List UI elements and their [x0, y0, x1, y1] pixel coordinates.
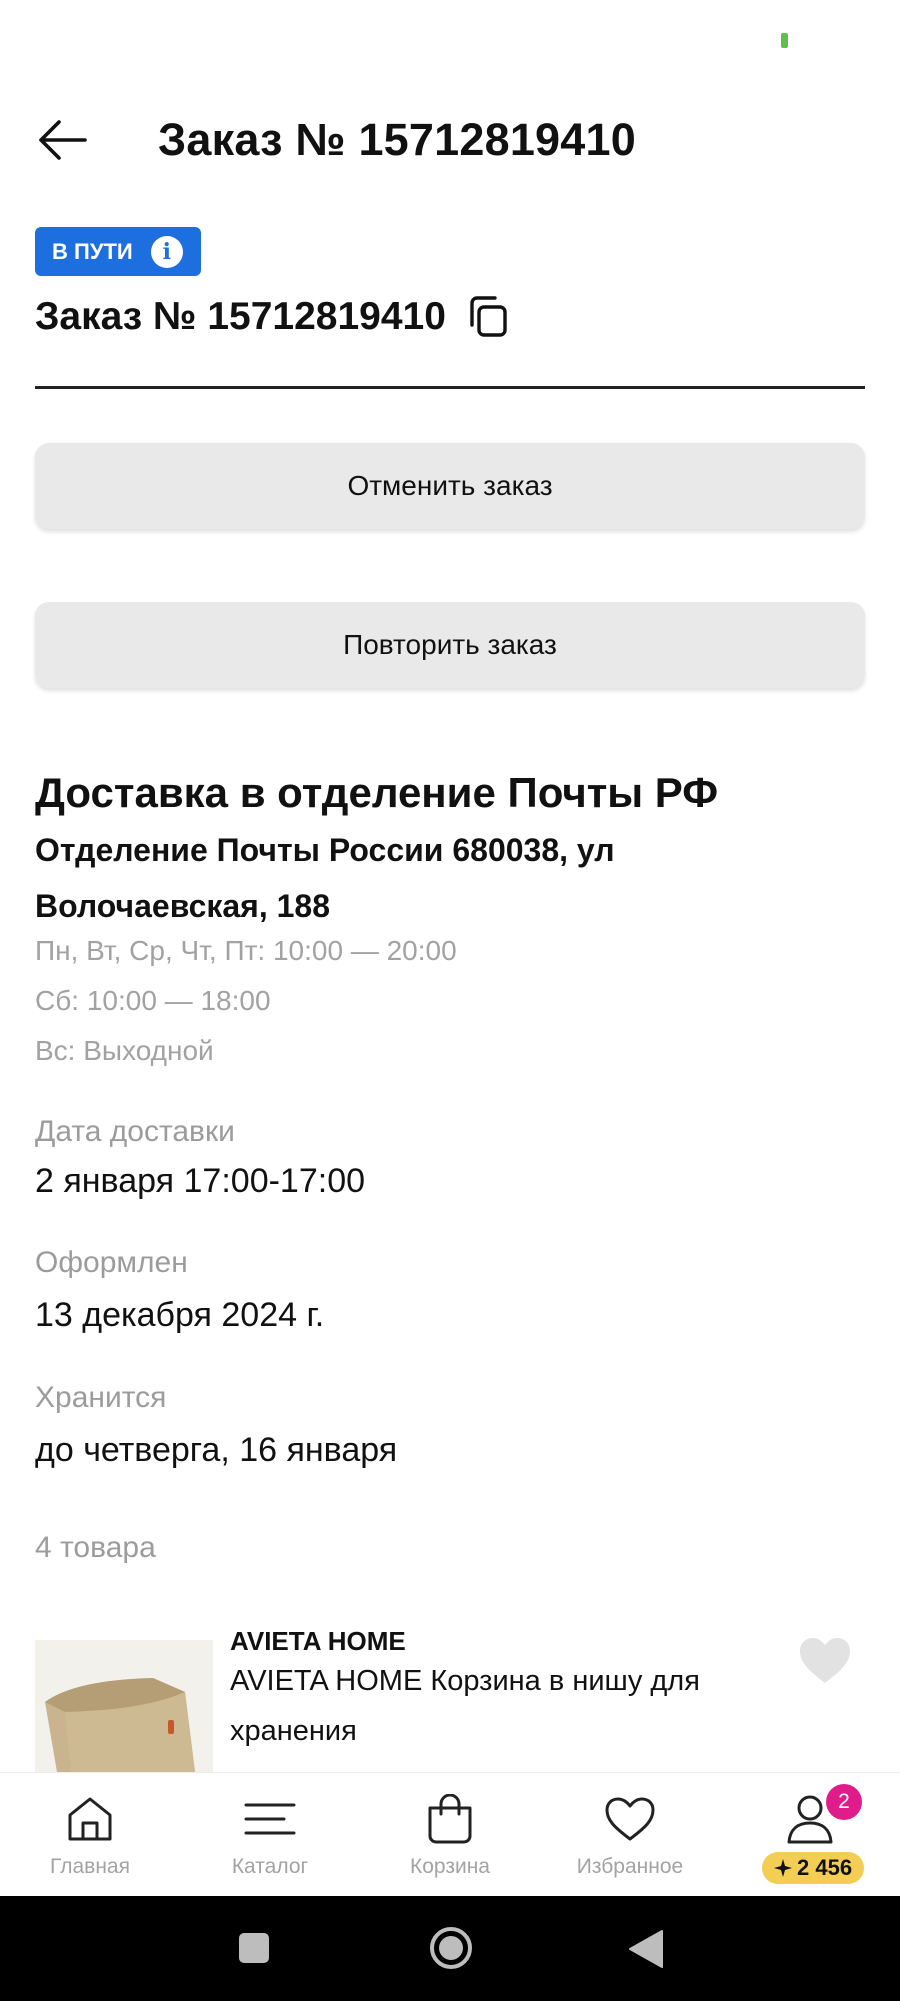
hours-saturday: Сб: 10:00 — 18:00 — [35, 985, 271, 1016]
hours-sunday: Вс: Выходной — [35, 1035, 214, 1066]
nav-cart[interactable]: Корзина — [360, 1773, 540, 1897]
cancel-order-button[interactable]: Отменить заказ — [35, 443, 865, 529]
stored-value: до четверга, 16 января — [35, 1431, 398, 1469]
profile-notification-badge: 2 — [826, 1784, 862, 1820]
info-icon[interactable]: i — [150, 235, 183, 268]
page-title: Заказ № 15712819410 — [158, 114, 636, 165]
order-number: Заказ № 15712819410 — [35, 295, 446, 338]
items-count: 4 товара — [35, 1531, 156, 1564]
back-system-button[interactable] — [628, 1929, 664, 1969]
star-icon — [774, 1859, 792, 1877]
status-badge[interactable]: В ПУТИ i — [35, 227, 201, 276]
copy-icon[interactable] — [466, 294, 510, 340]
hours-weekdays: Пн, Вт, Ср, Чт, Пт: 10:00 — 20:00 — [35, 935, 457, 966]
catalog-icon — [244, 1803, 296, 1835]
product-brand: AVIETA HOME — [230, 1626, 406, 1656]
product-image[interactable] — [35, 1640, 213, 1772]
nav-favorites-label: Избранное — [576, 1855, 684, 1878]
nav-catalog[interactable]: Каталог — [180, 1773, 360, 1897]
stored-label: Хранится — [35, 1381, 167, 1414]
divider — [35, 386, 865, 389]
order-number-row: Заказ № 15712819410 — [35, 291, 510, 343]
favorite-heart-icon[interactable] — [798, 1636, 852, 1686]
delivery-date-label: Дата доставки — [35, 1115, 235, 1148]
battery-indicator — [781, 33, 788, 48]
home-icon — [68, 1797, 112, 1841]
status-badge-label: В ПУТИ — [52, 238, 133, 264]
nav-home[interactable]: Главная — [0, 1773, 180, 1897]
arrow-left-icon — [39, 120, 87, 160]
delivery-title: Доставка в отделение Почты РФ — [35, 769, 719, 816]
delivery-address: Отделение Почты России 680038, ул Волоча… — [35, 832, 615, 924]
points-badge[interactable]: 2 456 — [762, 1852, 865, 1884]
placed-value: 13 декабря 2024 г. — [35, 1296, 325, 1334]
nav-favorites[interactable]: Избранное — [540, 1773, 720, 1897]
recents-button[interactable] — [239, 1933, 269, 1963]
nav-cart-label: Корзина — [410, 1855, 490, 1878]
nav-catalog-label: Каталог — [231, 1855, 309, 1878]
nav-home-label: Главная — [50, 1855, 130, 1878]
delivery-date-value: 2 января 17:00-17:00 — [35, 1162, 366, 1200]
cart-icon — [428, 1794, 472, 1844]
basket-image — [35, 1640, 213, 1772]
home-system-button[interactable] — [429, 1926, 473, 1970]
points-value: 2 456 — [797, 1855, 853, 1880]
heart-icon — [605, 1797, 655, 1841]
product-name[interactable]: AVIETA HOME Корзина в нишу для хранения — [230, 1656, 770, 1756]
repeat-order-button[interactable]: Повторить заказ — [35, 602, 865, 688]
back-button[interactable] — [34, 112, 90, 168]
placed-label: Оформлен — [35, 1246, 188, 1279]
